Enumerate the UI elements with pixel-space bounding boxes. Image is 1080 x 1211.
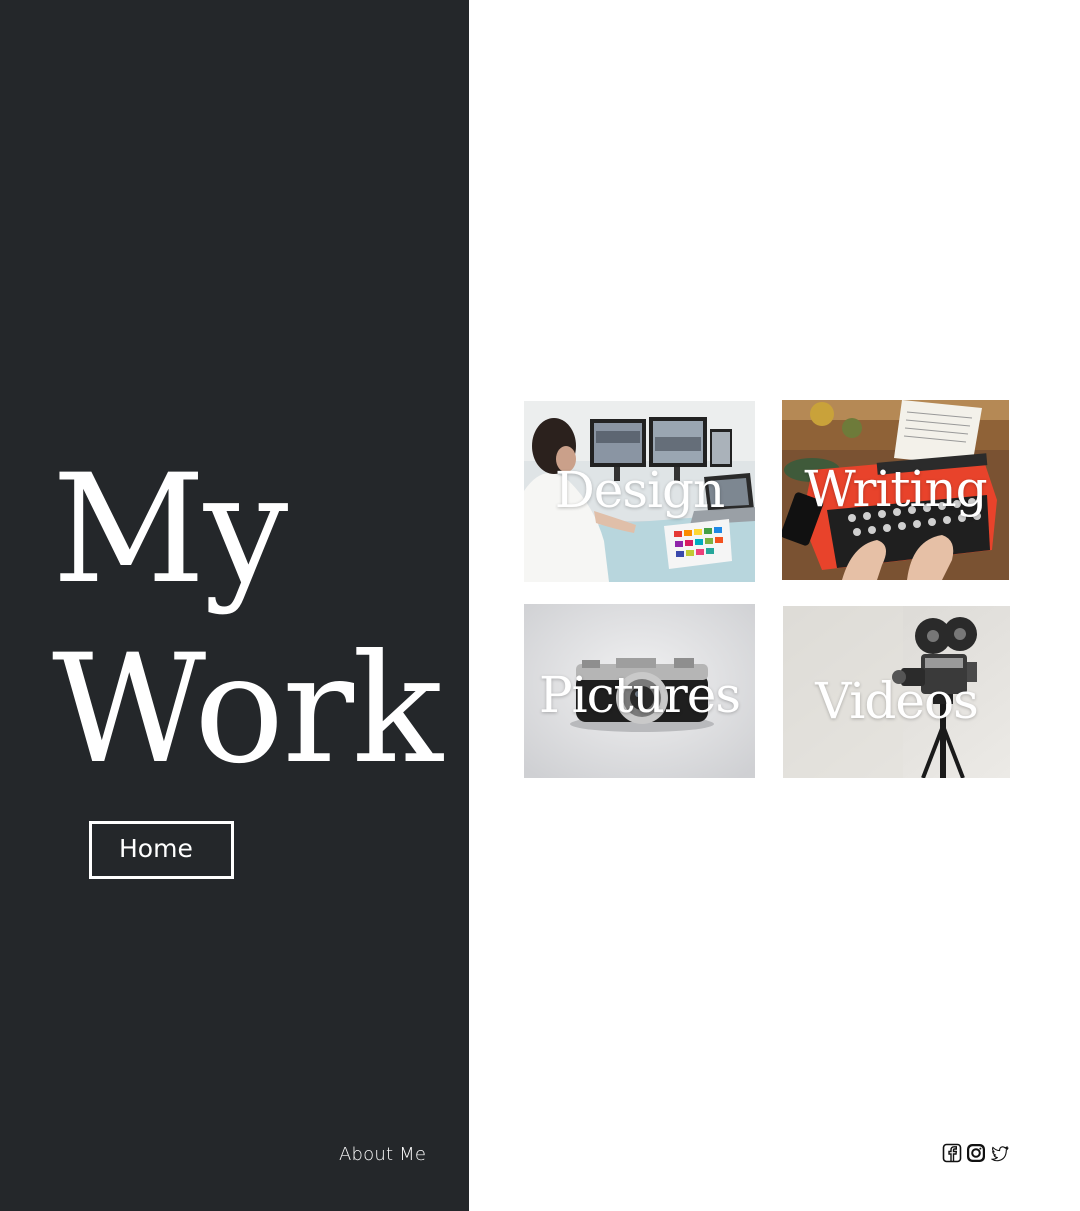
left-panel: My Work Home About Me bbox=[0, 0, 469, 1211]
twitter-icon[interactable] bbox=[990, 1143, 1010, 1163]
page-title-line-2: Work bbox=[52, 623, 443, 797]
design-tile[interactable]: Design bbox=[524, 401, 755, 582]
design-tile-label: Design bbox=[554, 461, 726, 519]
page-title: My Work bbox=[52, 440, 443, 800]
pictures-tile-label: Pictures bbox=[538, 666, 741, 724]
page-title-line-1: My bbox=[52, 443, 288, 617]
about-me-link[interactable]: About Me bbox=[339, 1142, 426, 1168]
videos-tile-label: Videos bbox=[815, 672, 979, 730]
videos-tile[interactable]: Videos bbox=[783, 606, 1010, 778]
writing-tile-label: Writing bbox=[804, 460, 987, 518]
facebook-icon[interactable] bbox=[942, 1143, 962, 1163]
pictures-tile[interactable]: Pictures bbox=[524, 604, 755, 778]
home-button[interactable]: Home bbox=[89, 821, 234, 879]
writing-tile[interactable]: Writing bbox=[782, 400, 1009, 580]
social-links bbox=[942, 1143, 1010, 1163]
instagram-icon[interactable] bbox=[966, 1143, 986, 1163]
